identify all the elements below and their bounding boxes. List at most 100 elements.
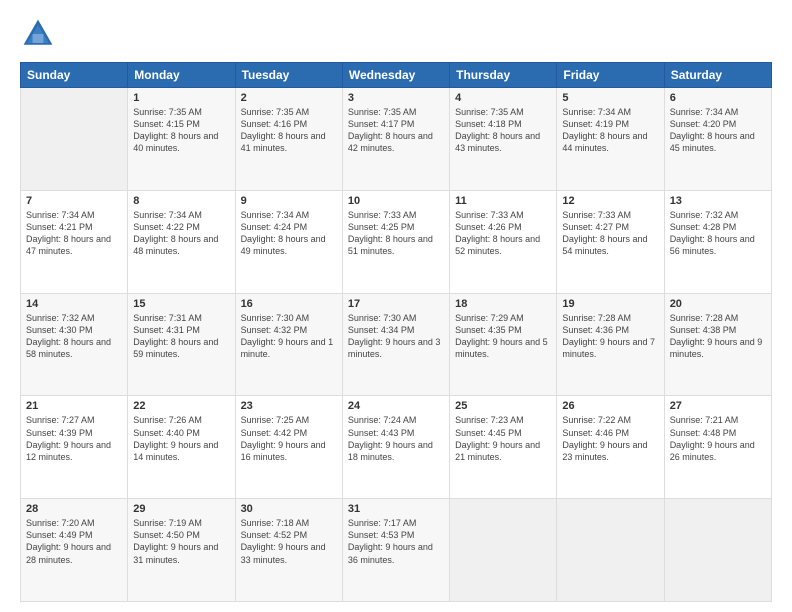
day-number: 31 <box>348 503 444 515</box>
day-number: 13 <box>670 195 766 207</box>
week-row-2: 14Sunrise: 7:32 AM Sunset: 4:30 PM Dayli… <box>21 293 772 396</box>
calendar-cell: 3 Sunrise: 7:35 AM Sunset: 4:17 PM Daylig… <box>342 88 449 191</box>
day-info: Sunrise: 7:33 AM Sunset: 4:25 PM Dayligh… <box>348 209 444 258</box>
calendar-cell: 15 Sunrise: 7:31 AM Sunset: 4:31 PM Dayli… <box>128 293 235 396</box>
calendar-cell: 5 Sunrise: 7:34 AM Sunset: 4:19 PM Daylig… <box>557 88 664 191</box>
day-number: 30 <box>241 503 337 515</box>
day-number: 7 <box>26 195 122 207</box>
week-row-0: 1 Sunrise: 7:35 AM Sunset: 4:15 PM Daylig… <box>21 88 772 191</box>
calendar-cell: 31 Sunrise: 7:17 AM Sunset: 4:53 PM Dayli… <box>342 499 449 602</box>
day-number: 4 <box>455 92 551 104</box>
calendar-cell: 13Sunrise: 7:32 AM Sunset: 4:28 PM Dayli… <box>664 190 771 293</box>
day-number: 28 <box>26 503 122 515</box>
day-number: 17 <box>348 298 444 310</box>
calendar-cell <box>21 88 128 191</box>
header-row: SundayMondayTuesdayWednesdayThursdayFrid… <box>21 63 772 88</box>
day-header-saturday: Saturday <box>664 63 771 88</box>
day-info: Sunrise: 7:28 AM Sunset: 4:38 PM Dayligh… <box>670 312 766 361</box>
week-row-4: 28 Sunrise: 7:20 AM Sunset: 4:49 PM Dayli… <box>21 499 772 602</box>
calendar-cell: 20 Sunrise: 7:28 AM Sunset: 4:38 PM Dayli… <box>664 293 771 396</box>
logo <box>20 16 62 52</box>
day-info: Sunrise: 7:34 AM Sunset: 4:24 PM Dayligh… <box>241 209 337 258</box>
day-number: 23 <box>241 400 337 412</box>
day-number: 10 <box>348 195 444 207</box>
calendar-cell: 19 Sunrise: 7:28 AM Sunset: 4:36 PM Dayli… <box>557 293 664 396</box>
header <box>20 16 772 52</box>
day-number: 22 <box>133 400 229 412</box>
day-info: Sunrise: 7:34 AM Sunset: 4:19 PM Dayligh… <box>562 106 658 155</box>
logo-icon <box>20 16 56 52</box>
calendar-cell: 21Sunrise: 7:27 AM Sunset: 4:39 PM Dayli… <box>21 396 128 499</box>
calendar-cell <box>557 499 664 602</box>
day-info: Sunrise: 7:17 AM Sunset: 4:53 PM Dayligh… <box>348 517 444 566</box>
calendar-cell: 4Sunrise: 7:35 AM Sunset: 4:18 PM Daylig… <box>450 88 557 191</box>
calendar-cell: 11Sunrise: 7:33 AM Sunset: 4:26 PM Dayli… <box>450 190 557 293</box>
calendar-cell: 29 Sunrise: 7:19 AM Sunset: 4:50 PM Dayli… <box>128 499 235 602</box>
day-info: Sunrise: 7:19 AM Sunset: 4:50 PM Dayligh… <box>133 517 229 566</box>
calendar-cell: 22 Sunrise: 7:26 AM Sunset: 4:40 PM Dayli… <box>128 396 235 499</box>
page: SundayMondayTuesdayWednesdayThursdayFrid… <box>0 0 792 612</box>
calendar-cell: 14Sunrise: 7:32 AM Sunset: 4:30 PM Dayli… <box>21 293 128 396</box>
calendar-cell: 26Sunrise: 7:22 AM Sunset: 4:46 PM Dayli… <box>557 396 664 499</box>
day-number: 9 <box>241 195 337 207</box>
day-info: Sunrise: 7:30 AM Sunset: 4:32 PM Dayligh… <box>241 312 337 361</box>
day-info: Sunrise: 7:26 AM Sunset: 4:40 PM Dayligh… <box>133 414 229 463</box>
calendar-cell: 27 Sunrise: 7:21 AM Sunset: 4:48 PM Dayli… <box>664 396 771 499</box>
calendar-cell: 12 Sunrise: 7:33 AM Sunset: 4:27 PM Dayli… <box>557 190 664 293</box>
day-number: 1 <box>133 92 229 104</box>
calendar-cell: 10 Sunrise: 7:33 AM Sunset: 4:25 PM Dayli… <box>342 190 449 293</box>
day-info: Sunrise: 7:34 AM Sunset: 4:20 PM Dayligh… <box>670 106 766 155</box>
day-header-monday: Monday <box>128 63 235 88</box>
calendar-table: SundayMondayTuesdayWednesdayThursdayFrid… <box>20 62 772 602</box>
calendar-cell: 6 Sunrise: 7:34 AM Sunset: 4:20 PM Daylig… <box>664 88 771 191</box>
calendar-cell: 18 Sunrise: 7:29 AM Sunset: 4:35 PM Dayli… <box>450 293 557 396</box>
calendar-cell: 2Sunrise: 7:35 AM Sunset: 4:16 PM Daylig… <box>235 88 342 191</box>
day-header-friday: Friday <box>557 63 664 88</box>
day-info: Sunrise: 7:33 AM Sunset: 4:27 PM Dayligh… <box>562 209 658 258</box>
day-info: Sunrise: 7:21 AM Sunset: 4:48 PM Dayligh… <box>670 414 766 463</box>
calendar-cell: 16 Sunrise: 7:30 AM Sunset: 4:32 PM Dayli… <box>235 293 342 396</box>
calendar-cell: 7Sunrise: 7:34 AM Sunset: 4:21 PM Daylig… <box>21 190 128 293</box>
calendar-cell: 30 Sunrise: 7:18 AM Sunset: 4:52 PM Dayli… <box>235 499 342 602</box>
calendar-cell: 28 Sunrise: 7:20 AM Sunset: 4:49 PM Dayli… <box>21 499 128 602</box>
day-info: Sunrise: 7:23 AM Sunset: 4:45 PM Dayligh… <box>455 414 551 463</box>
calendar-cell: 17Sunrise: 7:30 AM Sunset: 4:34 PM Dayli… <box>342 293 449 396</box>
day-number: 29 <box>133 503 229 515</box>
day-number: 12 <box>562 195 658 207</box>
calendar-cell: 1 Sunrise: 7:35 AM Sunset: 4:15 PM Daylig… <box>128 88 235 191</box>
day-info: Sunrise: 7:24 AM Sunset: 4:43 PM Dayligh… <box>348 414 444 463</box>
day-number: 19 <box>562 298 658 310</box>
day-number: 5 <box>562 92 658 104</box>
day-info: Sunrise: 7:20 AM Sunset: 4:49 PM Dayligh… <box>26 517 122 566</box>
day-number: 16 <box>241 298 337 310</box>
week-row-3: 21Sunrise: 7:27 AM Sunset: 4:39 PM Dayli… <box>21 396 772 499</box>
day-number: 25 <box>455 400 551 412</box>
day-info: Sunrise: 7:28 AM Sunset: 4:36 PM Dayligh… <box>562 312 658 361</box>
calendar-header: SundayMondayTuesdayWednesdayThursdayFrid… <box>21 63 772 88</box>
calendar-cell <box>664 499 771 602</box>
calendar-cell: 9 Sunrise: 7:34 AM Sunset: 4:24 PM Daylig… <box>235 190 342 293</box>
day-number: 27 <box>670 400 766 412</box>
day-info: Sunrise: 7:33 AM Sunset: 4:26 PM Dayligh… <box>455 209 551 258</box>
day-number: 20 <box>670 298 766 310</box>
day-number: 3 <box>348 92 444 104</box>
calendar-cell: 23Sunrise: 7:25 AM Sunset: 4:42 PM Dayli… <box>235 396 342 499</box>
week-row-1: 7Sunrise: 7:34 AM Sunset: 4:21 PM Daylig… <box>21 190 772 293</box>
day-header-tuesday: Tuesday <box>235 63 342 88</box>
day-info: Sunrise: 7:31 AM Sunset: 4:31 PM Dayligh… <box>133 312 229 361</box>
day-info: Sunrise: 7:34 AM Sunset: 4:22 PM Dayligh… <box>133 209 229 258</box>
day-number: 6 <box>670 92 766 104</box>
day-info: Sunrise: 7:35 AM Sunset: 4:16 PM Dayligh… <box>241 106 337 155</box>
day-info: Sunrise: 7:35 AM Sunset: 4:17 PM Dayligh… <box>348 106 444 155</box>
calendar-cell: 24 Sunrise: 7:24 AM Sunset: 4:43 PM Dayli… <box>342 396 449 499</box>
day-number: 24 <box>348 400 444 412</box>
day-number: 26 <box>562 400 658 412</box>
calendar-cell: 8Sunrise: 7:34 AM Sunset: 4:22 PM Daylig… <box>128 190 235 293</box>
day-number: 21 <box>26 400 122 412</box>
day-header-thursday: Thursday <box>450 63 557 88</box>
day-info: Sunrise: 7:35 AM Sunset: 4:15 PM Dayligh… <box>133 106 229 155</box>
day-number: 15 <box>133 298 229 310</box>
day-number: 18 <box>455 298 551 310</box>
day-info: Sunrise: 7:29 AM Sunset: 4:35 PM Dayligh… <box>455 312 551 361</box>
day-info: Sunrise: 7:18 AM Sunset: 4:52 PM Dayligh… <box>241 517 337 566</box>
